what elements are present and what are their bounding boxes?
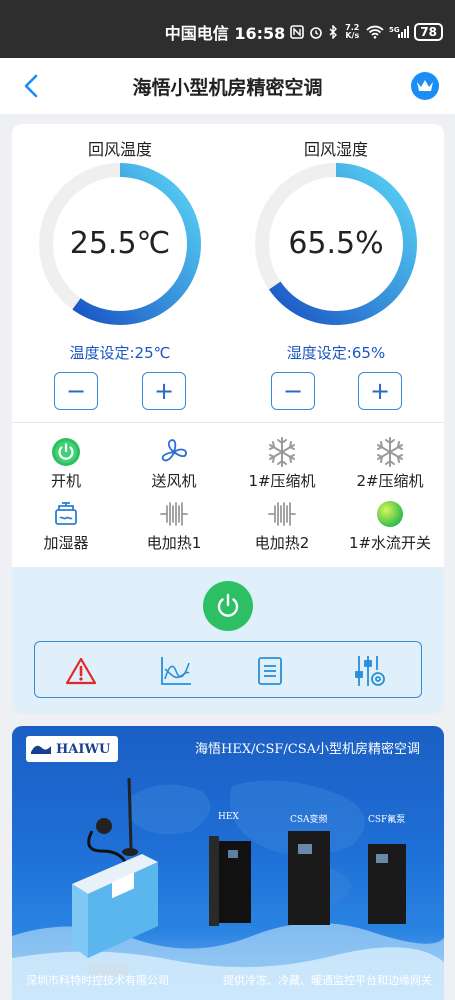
power-on-icon xyxy=(52,438,80,466)
vip-crown-button[interactable] xyxy=(411,72,439,100)
battery-icon: 78 xyxy=(414,23,443,41)
control-area xyxy=(12,567,444,714)
wifi-icon xyxy=(366,25,384,39)
heater-icon xyxy=(268,502,296,526)
main-card: 回风温度 25.5℃ 温度设定:25℃ − + 回风湿度 65.5% 湿度设定:… xyxy=(12,124,444,714)
settings-button[interactable] xyxy=(353,654,387,688)
device-heater-2: 电加热2 xyxy=(228,498,336,553)
haiwu-logo: HAIWU xyxy=(26,736,118,762)
product-banner[interactable]: HAIWU 海悟HEX/CSF/CSA小型机房精密空调 HEX CSA变频 CS… xyxy=(12,726,444,1000)
net-speed: 7.2 K/s xyxy=(345,23,360,40)
status-bar: 中国电信 16:58 7.2 K/s 5G 78 xyxy=(0,0,455,58)
section-divider xyxy=(12,422,444,423)
fan-icon xyxy=(161,439,187,462)
trend-chart-button[interactable] xyxy=(159,654,193,688)
gauge-title-temperature: 回风温度 xyxy=(87,140,152,159)
water-flow-indicator-icon xyxy=(377,501,403,527)
alarm-button[interactable] xyxy=(64,654,98,688)
device-label: 开机 xyxy=(50,472,81,490)
haiwu-logo-icon xyxy=(31,745,51,754)
haiwu-logo-text: HAIWU xyxy=(56,741,111,757)
app-header: 海悟小型机房精密空调 xyxy=(0,58,455,114)
device-fan: 送风机 xyxy=(120,436,228,491)
bluetooth-icon xyxy=(328,25,338,39)
device-compressor-1: 1#压缩机 xyxy=(228,436,336,491)
alarm-icon xyxy=(309,25,323,39)
heater-icon xyxy=(160,502,188,526)
unit-label-csa: CSA变频 xyxy=(290,815,328,825)
svg-text:5G: 5G xyxy=(389,26,400,34)
temperature-increase-button[interactable]: + xyxy=(142,372,186,410)
alarm-warning-icon xyxy=(65,657,97,685)
power-icon xyxy=(217,593,239,617)
temperature-decrease-button[interactable]: − xyxy=(54,372,98,410)
humidity-value: 65.5% xyxy=(288,226,384,261)
settings-sliders-icon xyxy=(355,656,385,686)
unit-label-csf: CSF氟泵 xyxy=(368,815,406,825)
signal-5g-icon: 5G xyxy=(389,25,410,39)
humidity-gauge-block: 回风湿度 65.5% 湿度设定:65% − + xyxy=(228,124,444,424)
device-compressor-2: 2#压缩机 xyxy=(336,436,444,491)
snowflake-icon xyxy=(269,437,295,467)
device-water-flow-switch: 1#水流开关 xyxy=(336,498,444,553)
unit-label-hex: HEX xyxy=(218,812,239,822)
device-label: 2#压缩机 xyxy=(356,472,424,490)
device-label: 1#水流开关 xyxy=(348,534,432,552)
log-list-button[interactable] xyxy=(253,654,287,688)
banner-background-map xyxy=(12,777,444,1000)
snowflake-icon xyxy=(377,437,403,467)
temperature-value: 25.5℃ xyxy=(69,226,171,261)
banner-headline: 海悟HEX/CSF/CSA小型机房精密空调 xyxy=(195,742,420,757)
temperature-gauge-block: 回风温度 25.5℃ 温度设定:25℃ − + xyxy=(12,124,228,424)
humidity-setpoint: 湿度设定:65% xyxy=(286,344,386,362)
banner-company: 深圳市科特时控技术有限公司 xyxy=(26,974,169,987)
gauge-title-humidity: 回风湿度 xyxy=(303,140,368,159)
crown-icon xyxy=(417,80,433,91)
temperature-setpoint: 温度设定:25℃ xyxy=(69,344,171,362)
humidifier-icon xyxy=(55,502,77,525)
power-button[interactable] xyxy=(203,581,253,631)
device-label: 加湿器 xyxy=(43,534,89,552)
device-label: 送风机 xyxy=(151,472,197,490)
device-humidifier: 加湿器 xyxy=(12,498,120,553)
trend-chart-icon xyxy=(161,657,191,685)
function-toolbar xyxy=(34,641,422,698)
device-label: 1#压缩机 xyxy=(248,472,316,490)
device-power: 开机 xyxy=(12,436,120,491)
page-title: 海悟小型机房精密空调 xyxy=(132,77,323,99)
carrier-time: 中国电信 16:58 xyxy=(164,24,286,43)
device-heater-1: 电加热1 xyxy=(120,498,228,553)
status-bar-items: 中国电信 16:58 7.2 K/s 5G 78 xyxy=(165,20,443,44)
device-label: 电加热2 xyxy=(254,534,310,552)
banner-slogan: 提供冷冻、冷藏、暖通监控平台和边缘网关 xyxy=(223,974,432,987)
humidity-increase-button[interactable]: + xyxy=(358,372,402,410)
device-label: 电加热1 xyxy=(146,534,202,552)
nfc-icon xyxy=(290,25,305,39)
humidity-decrease-button[interactable]: − xyxy=(271,372,315,410)
log-list-icon xyxy=(258,657,282,685)
